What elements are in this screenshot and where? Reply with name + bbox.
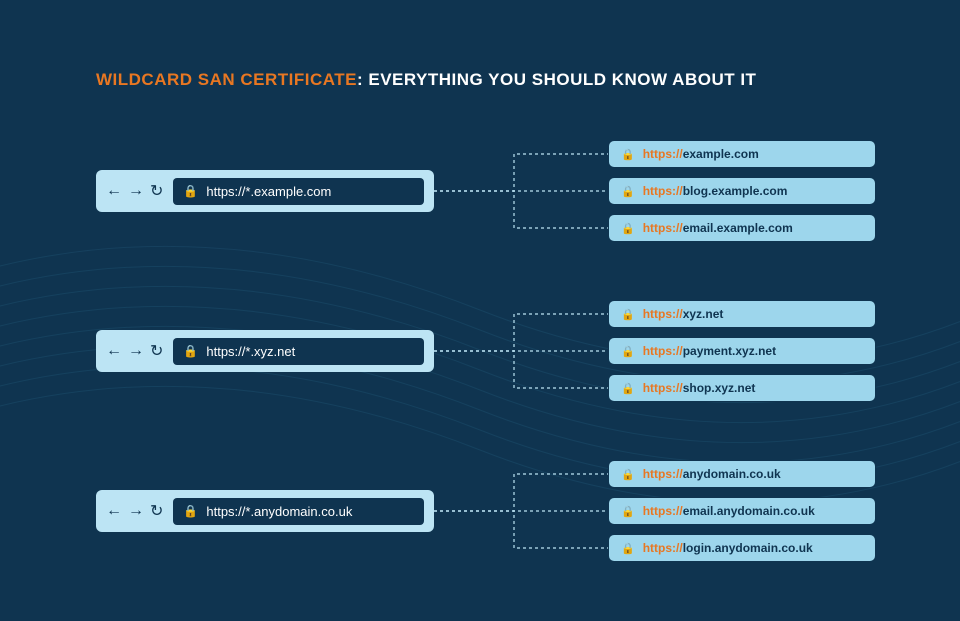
- wildcard-url: https://*.example.com: [206, 184, 331, 199]
- connector-lines: [434, 456, 608, 566]
- target-proto: https://: [643, 541, 683, 555]
- back-icon: ←: [106, 342, 122, 360]
- forward-icon: →: [128, 502, 144, 520]
- target-domain: xyz.net: [683, 307, 724, 321]
- lock-icon: 🔒: [621, 148, 635, 161]
- wildcard-url: https://*.anydomain.co.uk: [206, 504, 352, 519]
- connector-lines: [434, 136, 608, 246]
- target-pill: 🔒 https://anydomain.co.uk: [608, 460, 876, 488]
- page-title: WILDCARD SAN CERTIFICATE: EVERYTHING YOU…: [96, 70, 756, 90]
- target-domain: blog.example.com: [683, 184, 788, 198]
- target-pill: 🔒 https://shop.xyz.net: [608, 374, 876, 402]
- lock-icon: 🔒: [621, 468, 635, 481]
- lock-icon: 🔒: [621, 542, 635, 555]
- browser-bar: ← → ↻ 🔒 https://*.xyz.net: [96, 330, 434, 372]
- target-pill: 🔒 https://example.com: [608, 140, 876, 168]
- nav-icons: ← → ↻: [106, 501, 163, 521]
- target-pill: 🔒 https://email.anydomain.co.uk: [608, 497, 876, 525]
- target-domain: email.anydomain.co.uk: [683, 504, 815, 518]
- back-icon: ←: [106, 502, 122, 520]
- browser-bar: ← → ↻ 🔒 https://*.example.com: [96, 170, 434, 212]
- target-proto: https://: [643, 504, 683, 518]
- target-list: 🔒 https://example.com 🔒 https://blog.exa…: [608, 140, 876, 242]
- wildcard-url: https://*.xyz.net: [206, 344, 295, 359]
- lock-icon: 🔒: [621, 382, 635, 395]
- refresh-icon: ↻: [150, 181, 163, 201]
- target-pill: 🔒 https://email.example.com: [608, 214, 876, 242]
- lock-icon: 🔒: [183, 344, 198, 358]
- lock-icon: 🔒: [621, 345, 635, 358]
- title-rest: : EVERYTHING YOU SHOULD KNOW ABOUT IT: [357, 70, 756, 89]
- target-proto: https://: [643, 307, 683, 321]
- lock-icon: 🔒: [621, 505, 635, 518]
- target-proto: https://: [643, 221, 683, 235]
- target-domain: payment.xyz.net: [683, 344, 776, 358]
- wildcard-row: ← → ↻ 🔒 https://*.anydomain.co.uk 🔒 http…: [96, 460, 876, 562]
- target-proto: https://: [643, 344, 683, 358]
- url-box: 🔒 https://*.anydomain.co.uk: [173, 498, 424, 525]
- target-domain: example.com: [683, 147, 759, 161]
- nav-icons: ← → ↻: [106, 341, 163, 361]
- forward-icon: →: [128, 182, 144, 200]
- nav-icons: ← → ↻: [106, 181, 163, 201]
- target-pill: 🔒 https://payment.xyz.net: [608, 337, 876, 365]
- target-domain: anydomain.co.uk: [683, 467, 781, 481]
- lock-icon: 🔒: [621, 308, 635, 321]
- lock-icon: 🔒: [621, 222, 635, 235]
- connector-lines: [434, 296, 608, 406]
- target-list: 🔒 https://xyz.net 🔒 https://payment.xyz.…: [608, 300, 876, 402]
- target-domain: email.example.com: [683, 221, 793, 235]
- lock-icon: 🔒: [621, 185, 635, 198]
- target-list: 🔒 https://anydomain.co.uk 🔒 https://emai…: [608, 460, 876, 562]
- target-proto: https://: [643, 147, 683, 161]
- wildcard-row: ← → ↻ 🔒 https://*.xyz.net 🔒 https://xyz.…: [96, 300, 876, 402]
- target-pill: 🔒 https://xyz.net: [608, 300, 876, 328]
- lock-icon: 🔒: [183, 184, 198, 198]
- url-box: 🔒 https://*.xyz.net: [173, 338, 424, 365]
- target-pill: 🔒 https://blog.example.com: [608, 177, 876, 205]
- browser-bar: ← → ↻ 🔒 https://*.anydomain.co.uk: [96, 490, 434, 532]
- refresh-icon: ↻: [150, 501, 163, 521]
- target-proto: https://: [643, 467, 683, 481]
- target-proto: https://: [643, 381, 683, 395]
- target-domain: shop.xyz.net: [683, 381, 756, 395]
- url-box: 🔒 https://*.example.com: [173, 178, 424, 205]
- wildcard-row: ← → ↻ 🔒 https://*.example.com 🔒 https://…: [96, 140, 876, 242]
- forward-icon: →: [128, 342, 144, 360]
- back-icon: ←: [106, 182, 122, 200]
- target-pill: 🔒 https://login.anydomain.co.uk: [608, 534, 876, 562]
- target-proto: https://: [643, 184, 683, 198]
- refresh-icon: ↻: [150, 341, 163, 361]
- lock-icon: 🔒: [183, 504, 198, 518]
- title-highlight: WILDCARD SAN CERTIFICATE: [96, 70, 357, 89]
- diagram-container: ← → ↻ 🔒 https://*.example.com 🔒 https://…: [96, 140, 876, 620]
- target-domain: login.anydomain.co.uk: [683, 541, 813, 555]
